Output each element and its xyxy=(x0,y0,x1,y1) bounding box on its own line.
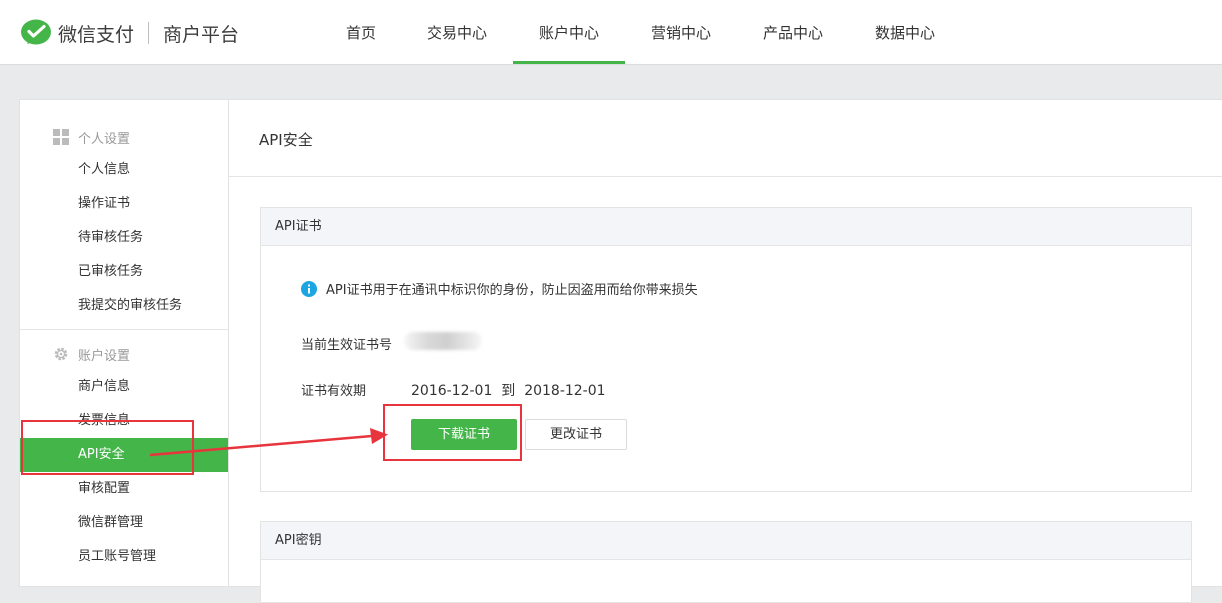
wechat-pay-logo-icon xyxy=(21,19,51,45)
sidebar-item-submitted-tasks[interactable]: 我提交的审核任务 xyxy=(20,289,229,323)
nav-product-center[interactable]: 产品中心 xyxy=(760,0,826,64)
sidebar-item-invoice-info[interactable]: 发票信息 xyxy=(20,404,229,438)
valid-from: 2016-12-01 xyxy=(411,383,493,399)
sidebar-item-pending-tasks[interactable]: 待审核任务 xyxy=(20,221,229,255)
top-bar: 微信支付 商户平台 首页 交易中心 账户中心 营销中心 产品中心 数据中心 xyxy=(0,0,1222,65)
sidebar-item-operation-cert[interactable]: 操作证书 xyxy=(20,187,229,221)
valid-to-word: 到 xyxy=(501,383,516,399)
nav-trade-center[interactable]: 交易中心 xyxy=(424,0,490,64)
page-header: API安全 xyxy=(229,100,1222,177)
sidebar-item-reviewed-tasks[interactable]: 已审核任务 xyxy=(20,255,229,289)
change-cert-button[interactable]: 更改证书 xyxy=(525,419,627,450)
brand-divider xyxy=(148,22,150,44)
brand-subtitle: 商户平台 xyxy=(163,23,240,46)
sidebar-item-review-config[interactable]: 审核配置 xyxy=(20,472,229,506)
sidebar-item-staff-accounts[interactable]: 员工账号管理 xyxy=(20,540,229,574)
api-cert-panel: API证书 API证书用于在通讯中标识你的身份，防止因盗用而给你带来损失 当前生… xyxy=(260,207,1192,492)
api-cert-tip: API证书用于在通讯中标识你的身份，防止因盗用而给你带来损失 xyxy=(301,279,698,298)
brand-name: 微信支付 xyxy=(58,23,135,46)
sidebar-group-personal-title: 个人设置 xyxy=(78,132,131,147)
nav-marketing-center[interactable]: 营销中心 xyxy=(648,0,714,64)
nav-account-center[interactable]: 账户中心 xyxy=(513,0,625,64)
info-icon xyxy=(301,280,317,297)
sidebar-item-wechat-group[interactable]: 微信群管理 xyxy=(20,506,229,540)
api-cert-tip-text: API证书用于在通讯中标识你的身份，防止因盗用而给你带来损失 xyxy=(326,283,698,298)
cert-validity-value: 2016-12-01 到 2018-12-01 xyxy=(411,380,606,400)
page-title: API安全 xyxy=(259,131,313,149)
valid-to: 2018-12-01 xyxy=(524,383,606,399)
api-key-panel-title: API密钥 xyxy=(261,522,1191,560)
main-content: API安全 API证书 API证书用于在通讯中标识你的身份，防止因盗用而给你带来… xyxy=(228,99,1222,603)
cert-validity-label: 证书有效期 xyxy=(301,384,367,399)
sidebar: 个人设置 个人信息 操作证书 待审核任务 已审核任务 我提交的审核任务 账户设置… xyxy=(19,99,229,587)
api-cert-panel-title: API证书 xyxy=(261,208,1191,246)
current-cert-label: 当前生效证书号 xyxy=(301,338,393,353)
api-key-panel: API密钥 xyxy=(260,521,1192,603)
brand[interactable]: 微信支付 商户平台 xyxy=(20,17,239,49)
current-cert-number-redacted xyxy=(404,332,482,350)
sidebar-item-merchant-info[interactable]: 商户信息 xyxy=(20,370,229,404)
nav-data-center[interactable]: 数据中心 xyxy=(872,0,938,64)
grid-icon xyxy=(53,129,69,145)
download-cert-button[interactable]: 下载证书 xyxy=(411,419,517,450)
gear-icon xyxy=(54,347,68,361)
sidebar-group-account-title: 账户设置 xyxy=(78,349,131,364)
sidebar-item-personal-info[interactable]: 个人信息 xyxy=(20,153,229,187)
sidebar-divider xyxy=(20,329,229,330)
nav-home[interactable]: 首页 xyxy=(344,0,378,64)
sidebar-item-api-security[interactable]: API安全 xyxy=(20,438,229,472)
